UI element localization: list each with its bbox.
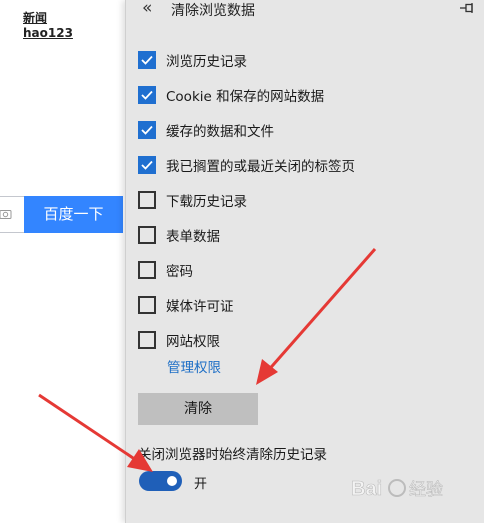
option-label: 表单数据: [166, 228, 220, 245]
search-button[interactable]: 百度一下: [24, 196, 123, 233]
checkbox-checked[interactable]: [138, 50, 156, 69]
checkmark-icon: [141, 55, 153, 65]
search-input[interactable]: [0, 196, 25, 233]
checkbox-unchecked[interactable]: [138, 295, 156, 314]
checkbox-checked[interactable]: [138, 120, 156, 139]
toggle-knob: [167, 476, 177, 486]
option-site-permissions[interactable]: 网站权限: [138, 322, 355, 357]
always-clear-toggle[interactable]: [139, 471, 182, 491]
option-label: 缓存的数据和文件: [166, 123, 274, 140]
option-browsing-history[interactable]: 浏览历史记录: [138, 42, 355, 77]
clear-browsing-data-panel: « 清除浏览数据 浏览历史记录 Cookie 和保存的网站数据 缓存的数据和文件: [125, 0, 484, 523]
option-media-licenses[interactable]: 媒体许可证: [138, 287, 355, 322]
svg-text:经验: 经验: [409, 480, 443, 500]
checkbox-checked[interactable]: [138, 85, 156, 104]
option-download-history[interactable]: 下载历史记录: [138, 182, 355, 217]
option-label: Cookie 和保存的网站数据: [166, 88, 325, 105]
toggle-state-label: 开: [194, 477, 208, 492]
checkbox-unchecked[interactable]: [138, 330, 156, 349]
search-row: 百度一下: [0, 196, 125, 233]
checkbox-unchecked[interactable]: [138, 190, 156, 209]
option-label: 下载历史记录: [166, 193, 247, 210]
option-label: 浏览历史记录: [166, 53, 247, 70]
option-label: 网站权限: [166, 333, 220, 350]
option-label: 密码: [166, 263, 193, 280]
background-page: 新闻 hao123 百度一下: [0, 0, 125, 523]
clear-button[interactable]: 清除: [138, 393, 258, 425]
checkbox-unchecked[interactable]: [138, 260, 156, 279]
checkmark-icon: [141, 160, 153, 170]
option-label: 媒体许可证: [166, 298, 234, 315]
option-cache[interactable]: 缓存的数据和文件: [138, 112, 355, 147]
option-passwords[interactable]: 密码: [138, 252, 355, 287]
top-links: 新闻 hao123: [23, 9, 125, 40]
panel-header: « 清除浏览数据: [126, 0, 484, 19]
always-clear-label: 关闭浏览器时始终清除历史记录: [138, 447, 327, 463]
panel-title: 清除浏览数据: [171, 3, 255, 19]
pin-icon[interactable]: [459, 1, 475, 15]
option-cookies[interactable]: Cookie 和保存的网站数据: [138, 77, 355, 112]
link-hao123[interactable]: hao123: [23, 26, 73, 40]
link-news[interactable]: 新闻: [23, 11, 47, 25]
manage-permissions-link[interactable]: 管理权限: [167, 356, 221, 376]
checkmark-icon: [141, 125, 153, 135]
baidu-jingyan-watermark-logo: Bai 经验: [351, 478, 443, 501]
option-label: 我已搁置的或最近关闭的标签页: [166, 158, 355, 175]
checkbox-checked[interactable]: [138, 155, 156, 174]
option-tabs[interactable]: 我已搁置的或最近关闭的标签页: [138, 147, 355, 182]
svg-text:Bai: Bai: [351, 478, 382, 500]
checkmark-icon: [141, 90, 153, 100]
option-form-data[interactable]: 表单数据: [138, 217, 355, 252]
checkbox-unchecked[interactable]: [138, 225, 156, 244]
camera-icon[interactable]: [0, 208, 12, 220]
options-list: 浏览历史记录 Cookie 和保存的网站数据 缓存的数据和文件 我已搁置的或最近…: [138, 42, 355, 357]
back-chevron-icon[interactable]: «: [142, 0, 152, 18]
